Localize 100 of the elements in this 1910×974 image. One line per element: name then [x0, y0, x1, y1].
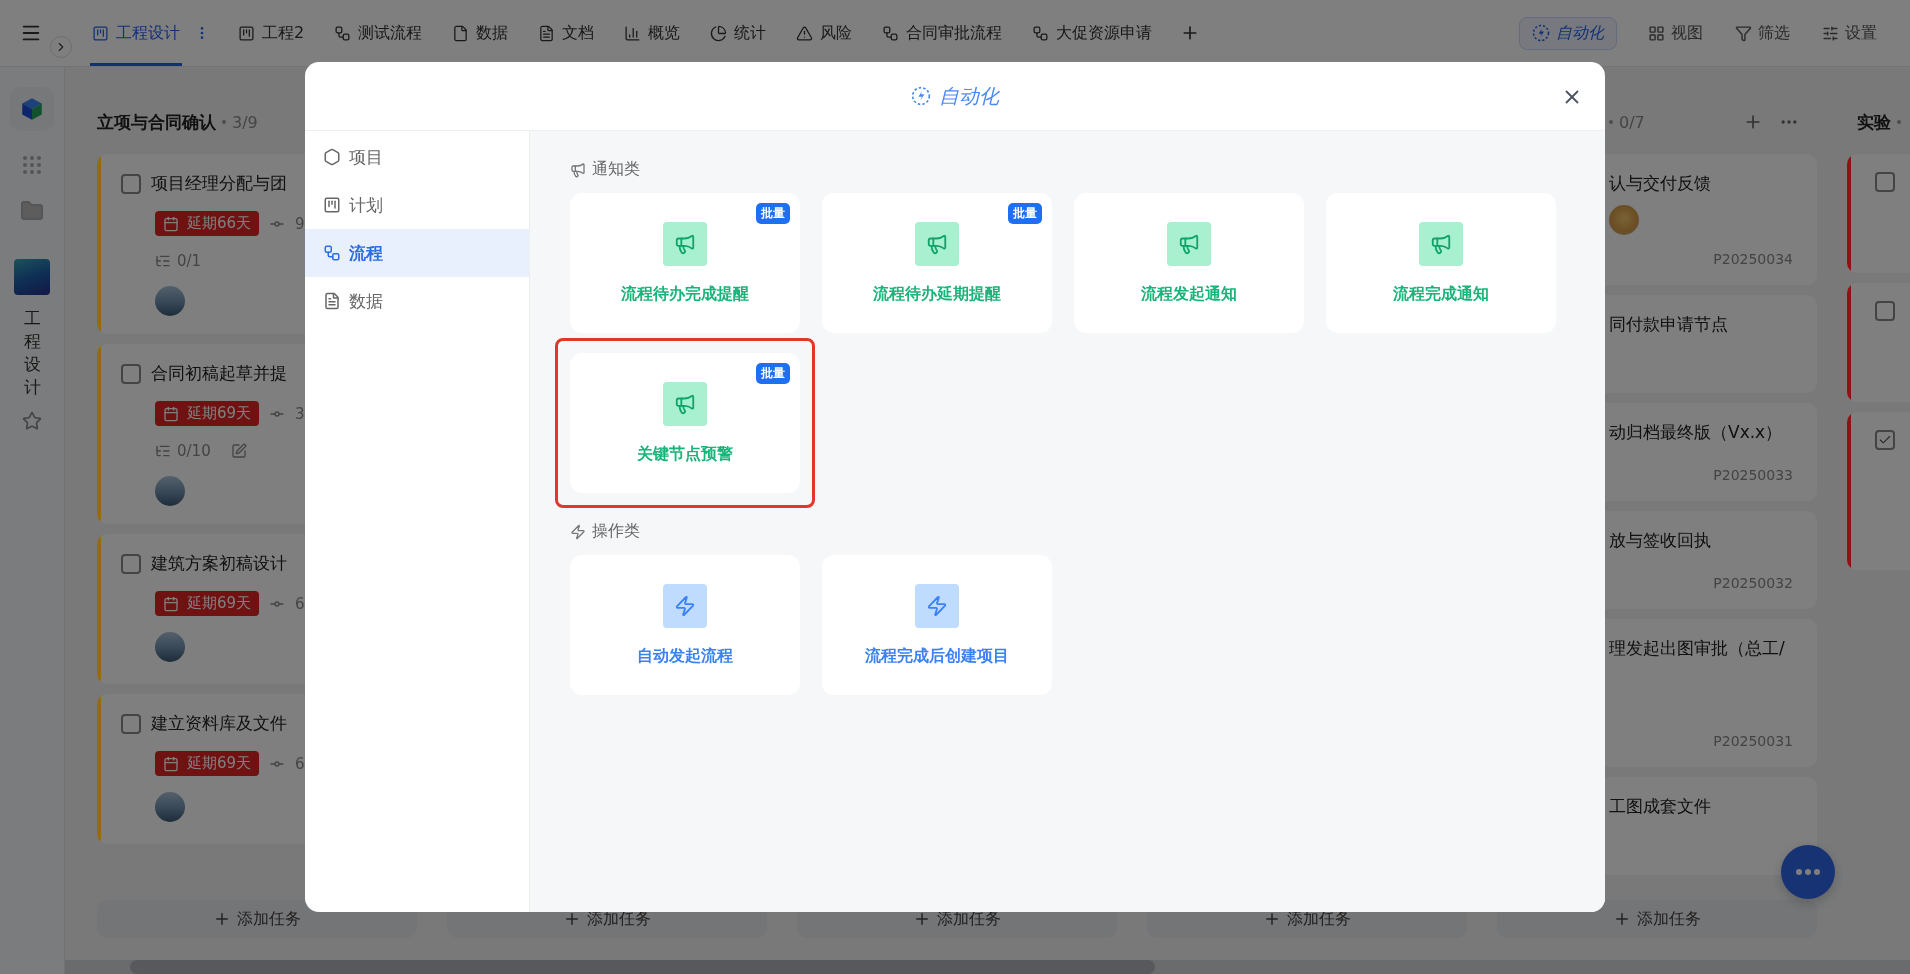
bar-chart-icon — [624, 24, 642, 42]
category-item[interactable]: 流程 — [305, 229, 529, 277]
folder-icon[interactable] — [20, 199, 44, 223]
project-name: 工程设计 — [23, 307, 41, 399]
workflow-icon — [323, 244, 341, 262]
task-title: 建筑方案初稿设计 — [151, 552, 287, 575]
task-title: 同付款申请节点 — [1609, 313, 1729, 336]
workflow-icon — [882, 24, 900, 42]
document-icon — [323, 292, 341, 310]
separator-dot — [1609, 120, 1613, 124]
expand-button[interactable] — [50, 36, 72, 58]
automation-card[interactable]: 流程待办完成提醒 批量 — [570, 193, 800, 333]
task-title: 合同初稿起草并提 — [151, 362, 287, 385]
view-tab[interactable]: 工程设计 — [90, 0, 182, 66]
view-tab[interactable]: 测试流程 — [332, 0, 425, 66]
toolbar-button[interactable]: 设置 — [1821, 21, 1878, 45]
automation-icon — [1532, 24, 1550, 42]
avatar — [155, 632, 185, 662]
view-tab[interactable]: 文档 — [536, 0, 597, 66]
subtask-icon — [155, 443, 171, 459]
plus-icon — [913, 910, 931, 928]
document-icon — [538, 24, 556, 42]
apps-grid-icon[interactable] — [20, 153, 44, 177]
calendar-icon — [163, 215, 179, 232]
progress-text: 9 — [295, 214, 305, 233]
automation-card[interactable]: 流程发起通知 — [1074, 193, 1304, 333]
view-tab[interactable]: 统计 — [708, 0, 769, 66]
task-checkbox[interactable] — [1875, 172, 1895, 192]
task-checkbox[interactable] — [1875, 301, 1895, 321]
filter-icon — [1735, 24, 1752, 42]
lightning-icon — [674, 594, 696, 617]
batch-badge: 批量 — [756, 363, 790, 384]
megaphone-icon — [926, 232, 948, 255]
plus-icon — [563, 910, 581, 928]
column-title: 实验 — [1857, 110, 1891, 134]
pie-chart-icon — [710, 24, 728, 42]
progress-text: 6 — [295, 754, 305, 773]
view-tab[interactable]: 工程2 — [236, 0, 307, 66]
board-icon — [92, 24, 109, 42]
task-title: 项目经理分配与团 — [151, 172, 287, 195]
task-code: P20250034 — [1713, 251, 1793, 267]
overdue-tag: 延期66天 — [155, 211, 260, 236]
toolbar-button[interactable]: 自动化 — [1519, 16, 1617, 50]
task-title: 工图成套文件 — [1609, 795, 1712, 818]
calendar-icon — [163, 755, 179, 772]
overdue-tag: 延期69天 — [155, 751, 260, 776]
more-button[interactable] — [1781, 845, 1835, 899]
progress-text: 6 — [295, 594, 305, 613]
separator-dot — [1897, 120, 1901, 124]
task-checkbox[interactable] — [1875, 430, 1895, 450]
ellipsis-icon — [1796, 869, 1820, 875]
automation-card[interactable]: 自动发起流程 — [570, 555, 800, 695]
horizontal-scrollbar[interactable] — [65, 960, 1910, 974]
automation-card[interactable]: 流程待办延期提醒 批量 — [822, 193, 1052, 333]
batch-badge: 批量 — [756, 203, 790, 224]
project-thumbnail[interactable] — [14, 259, 50, 295]
task-title: 动归档最终版（Vx.x） — [1609, 421, 1784, 444]
overdue-tag: 延期69天 — [155, 401, 260, 426]
add-task-button[interactable]: 添加任务 — [1497, 900, 1817, 938]
view-tab[interactable]: 合同审批流程 — [880, 0, 1005, 66]
task-checkbox[interactable] — [121, 363, 141, 384]
task-checkbox[interactable] — [121, 173, 141, 194]
megaphone-icon — [1178, 232, 1200, 255]
board-icon — [323, 196, 341, 214]
app-logo[interactable] — [10, 87, 54, 131]
megaphone-icon — [570, 161, 586, 178]
progress-text: 3 — [295, 404, 305, 423]
view-tab[interactable]: 数据 — [450, 0, 511, 66]
plus-icon — [1263, 910, 1281, 928]
grid-view-icon — [1648, 24, 1665, 42]
workflow-icon — [1032, 24, 1050, 42]
cube-icon — [19, 96, 45, 122]
section-label: 操作类 — [592, 521, 640, 542]
toolbar-button[interactable]: 视图 — [1647, 21, 1704, 45]
automation-card[interactable]: 关键节点预警 批量 — [570, 353, 800, 493]
view-tab[interactable]: 风险 — [794, 0, 855, 66]
subtask-count: 0/10 — [177, 442, 211, 460]
toolbar-button[interactable]: 筛选 — [1734, 21, 1791, 45]
avatar — [155, 286, 185, 316]
edit-icon[interactable] — [230, 443, 247, 459]
megaphone-icon — [674, 392, 696, 415]
plus-icon — [213, 910, 231, 928]
star-icon[interactable] — [22, 410, 42, 431]
subtask-count: 0/1 — [177, 252, 202, 270]
workflow-icon — [334, 24, 352, 42]
view-tab[interactable]: 大促资源申请 — [1030, 0, 1155, 66]
automation-card[interactable]: 流程完成后创建项目 — [822, 555, 1052, 695]
check-icon — [1878, 433, 1892, 447]
overdue-tag: 延期69天 — [155, 591, 260, 616]
batch-badge: 批量 — [1008, 203, 1042, 224]
task-checkbox[interactable] — [121, 553, 141, 574]
task-code: P20250033 — [1713, 467, 1793, 483]
lightning-icon — [570, 523, 586, 540]
task-title: 放与签收回执 — [1609, 529, 1712, 552]
calendar-icon — [163, 405, 179, 422]
automation-card[interactable]: 流程完成通知 — [1326, 193, 1556, 333]
view-tab[interactable]: 概览 — [622, 0, 683, 66]
task-title: 建立资料库及文件 — [151, 712, 287, 735]
task-checkbox[interactable] — [121, 713, 141, 734]
section-label: 通知类 — [592, 159, 640, 180]
